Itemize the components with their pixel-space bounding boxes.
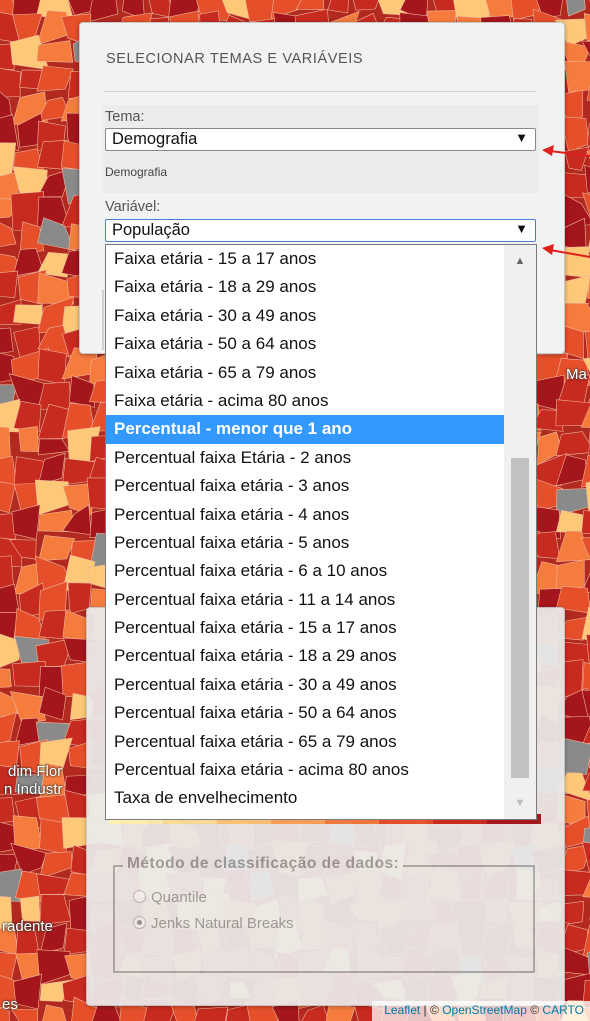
- dropdown-options: Faixa etária - 15 a 17 anos Faixa etária …: [106, 245, 504, 813]
- scroll-down-icon[interactable]: ▼: [504, 797, 536, 809]
- dropdown-option[interactable]: Faixa etária - 15 a 17 anos: [106, 245, 504, 273]
- radio-checked-icon[interactable]: [133, 916, 146, 929]
- dropdown-option[interactable]: Percentual faixa etária - 11 a 14 anos: [106, 586, 504, 614]
- dropdown-option[interactable]: Faixa etária - 65 a 79 anos: [106, 359, 504, 387]
- dropdown-option[interactable]: Faixa etária - 50 a 64 anos: [106, 330, 504, 358]
- radio-icon[interactable]: [133, 890, 146, 903]
- dropdown-option[interactable]: Percentual faixa etária - 3 anos: [106, 472, 504, 500]
- dropdown-option[interactable]: Percentual faixa etária - 30 a 49 anos: [106, 671, 504, 699]
- variavel-dropdown-list[interactable]: Faixa etária - 15 a 17 anos Faixa etária …: [105, 244, 537, 820]
- panel-title: SELECIONAR TEMAS E VARIÁVEIS: [106, 51, 364, 67]
- map-label: es: [2, 996, 18, 1013]
- tema-label: Tema:: [105, 109, 145, 125]
- dropdown-option[interactable]: Percentual faixa etária - acima 80 anos: [106, 756, 504, 784]
- dropdown-arrow-icon: ▼: [515, 130, 528, 145]
- dropdown-option[interactable]: Percentual faixa etária - 4 anos: [106, 501, 504, 529]
- dropdown-option[interactable]: Faixa etária - acima 80 anos: [106, 387, 504, 415]
- classification-legend: Método de classificação de dados:: [123, 855, 404, 873]
- divider: [104, 91, 536, 92]
- dropdown-option[interactable]: Percentual faixa etária - 5 anos: [106, 529, 504, 557]
- scrollbar[interactable]: ▲ ▼: [504, 245, 536, 819]
- attribution-separator: | ©: [420, 1003, 443, 1017]
- radio-jenks[interactable]: Jenks Natural Breaks: [133, 915, 294, 932]
- map-label: n Industr: [4, 781, 63, 798]
- attribution-separator: ©: [526, 1003, 543, 1017]
- variavel-label: Variável:: [105, 199, 161, 215]
- map-label: radente: [2, 918, 53, 935]
- leaflet-link[interactable]: Leaflet: [384, 1003, 420, 1017]
- dropdown-option[interactable]: Taxa de envelhecimento: [106, 784, 504, 812]
- tema-select[interactable]: Demografia ▼: [105, 128, 536, 151]
- tema-select-value: Demografia: [112, 130, 198, 148]
- dropdown-option[interactable]: Faixa etária - 18 a 29 anos: [106, 273, 504, 301]
- radio-label: Jenks Natural Breaks: [151, 915, 294, 932]
- dropdown-option[interactable]: Percentual faixa etária - 65 a 79 anos: [106, 728, 504, 756]
- scroll-thumb[interactable]: [511, 458, 529, 778]
- dropdown-option[interactable]: Percentual faixa etária - 6 a 10 anos: [106, 557, 504, 585]
- annotation-arrow-icon: [542, 145, 590, 157]
- dropdown-option[interactable]: Faixa etária - 30 a 49 anos: [106, 302, 504, 330]
- scroll-up-icon[interactable]: ▲: [504, 255, 536, 267]
- dropdown-option[interactable]: Percentual faixa etária - 50 a 64 anos: [106, 699, 504, 727]
- tema-caption: Demografia: [105, 165, 168, 179]
- dropdown-option[interactable]: Percentual faixa etária - 18 a 29 anos: [106, 642, 504, 670]
- osm-link[interactable]: OpenStreetMap: [442, 1003, 527, 1017]
- dropdown-arrow-icon: ▼: [515, 221, 528, 236]
- annotation-arrow-icon: [542, 244, 590, 258]
- dropdown-option[interactable]: Percentual - menor que 1 ano: [106, 415, 504, 444]
- dropdown-option[interactable]: Percentual faixa Etária - 2 anos: [106, 444, 504, 472]
- variavel-select-value: População: [112, 221, 190, 239]
- variavel-select[interactable]: População ▼: [105, 219, 536, 242]
- map-label: Ma: [566, 366, 587, 383]
- divider: [102, 290, 104, 350]
- classification-method-group: Método de classificação de dados: Quanti…: [113, 855, 535, 973]
- carto-link[interactable]: CARTO: [542, 1003, 584, 1017]
- map-label: dim Flor: [8, 763, 63, 780]
- dropdown-option[interactable]: Percentual faixa etária - 15 a 17 anos: [106, 614, 504, 642]
- map-attribution: Leaflet | © OpenStreetMap © CARTO: [372, 1001, 590, 1021]
- radio-quantile[interactable]: Quantile: [133, 889, 207, 906]
- radio-label: Quantile: [151, 889, 207, 906]
